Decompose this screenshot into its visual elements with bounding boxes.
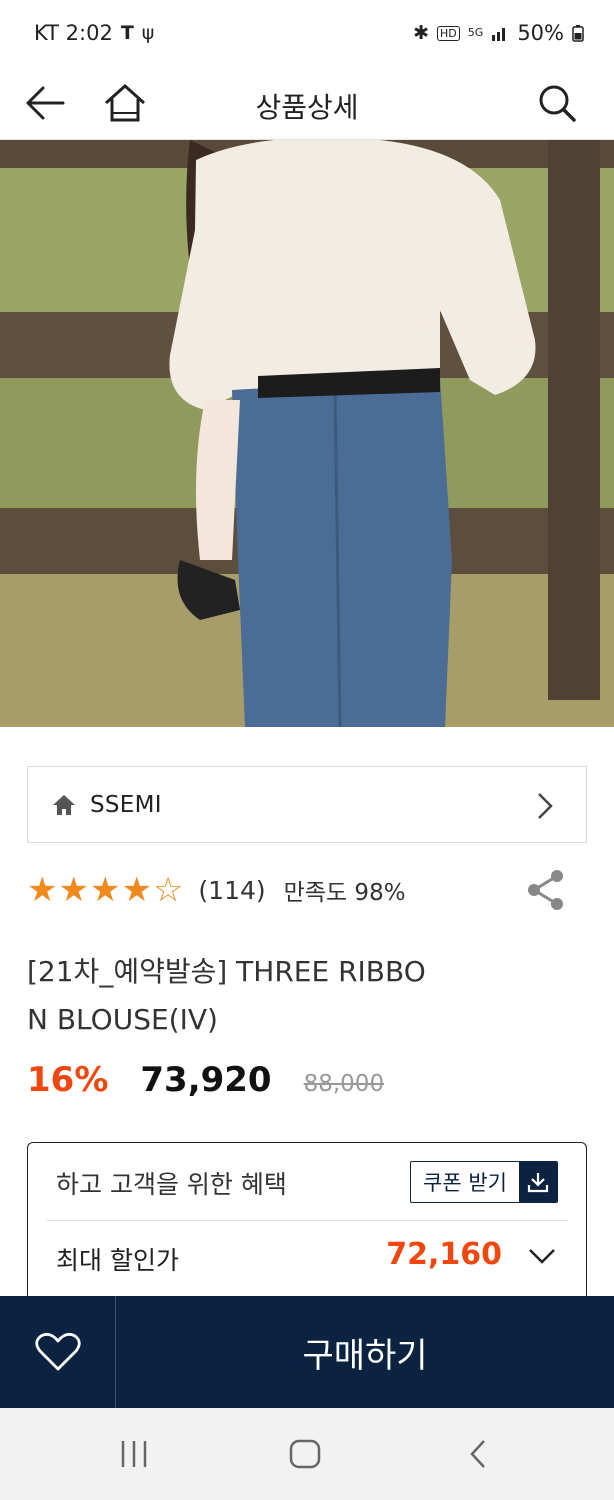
sale-price: 73,920 [140,1060,272,1100]
store-link[interactable]: SSEMI [27,766,587,843]
store-home-icon [53,794,75,815]
home-nav-button[interactable] [285,1436,325,1472]
signal-icon [492,28,506,41]
status-bar: KT 2:02 T ψ ✱ HD 5G 50% [0,0,614,66]
review-count[interactable]: (114) [198,876,265,905]
wishlist-button[interactable] [0,1296,116,1408]
search-button[interactable] [532,78,582,128]
benefit-box: 하고 고객을 위한 혜택 쿠폰 받기 최대 할인가 72,160 [27,1142,587,1298]
bluetooth-icon: ✱ [413,22,430,44]
t-logo-icon: T [120,22,134,44]
share-button[interactable] [525,868,567,916]
5g-icon: 5G [467,26,484,39]
satisfaction-rate: 만족도 98% [283,880,406,906]
product-name: [21차_예약발송] THREE RIBBO N BLOUSE(IV) [27,948,497,1044]
usb-icon: ψ [141,22,155,44]
heart-icon [34,1332,81,1371]
battery-icon [572,25,584,42]
benefit-title: 하고 고객을 위한 혜택 [56,1170,287,1199]
price-row: 16% 73,920 88,000 [27,1060,384,1100]
back-nav-button[interactable] [458,1436,498,1472]
chevron-down-icon [529,1249,555,1264]
buy-bar: 구매하기 [0,1296,614,1408]
battery-percent: 50% [517,21,564,45]
status-left: KT 2:02 T ψ [34,21,154,45]
discount-rate: 16% [27,1060,109,1100]
status-right: ✱ HD 5G 50% [413,21,584,45]
app-header: 상품상세 [0,66,614,140]
android-nav-bar [0,1408,614,1500]
max-discount-price: 72,160 [386,1237,502,1272]
hd-icon: HD [437,25,460,41]
store-name: SSEMI [90,791,162,818]
benefit-divider [46,1220,568,1221]
coupon-download-button[interactable]: 쿠폰 받기 [410,1161,558,1203]
rating-stars[interactable]: ★★★★☆ [27,873,184,907]
search-icon [539,85,576,122]
expand-benefit-button[interactable] [528,1247,556,1269]
share-icon [528,870,563,910]
page-title: 상품상세 [255,91,359,124]
product-name-line-1: [21차_예약발송] THREE RIBBO [27,955,426,988]
buy-button[interactable]: 구매하기 [116,1296,614,1408]
back-nav-icon [470,1440,485,1468]
home-nav-icon [289,1439,321,1469]
status-time: KT 2:02 [34,21,113,45]
recent-apps-icon [121,1441,147,1467]
product-photo[interactable] [0,140,614,727]
original-price: 88,000 [303,1071,385,1097]
product-name-line-2: N BLOUSE(IV) [27,1003,218,1036]
coupon-label: 쿠폰 받기 [423,1171,507,1195]
rating-row: ★★★★☆ (114) 만족도 98% [27,866,587,914]
download-icon [519,1162,557,1202]
max-discount-label: 최대 할인가 [56,1246,179,1275]
chevron-right-icon [538,793,553,819]
recent-apps-button[interactable] [114,1436,154,1472]
